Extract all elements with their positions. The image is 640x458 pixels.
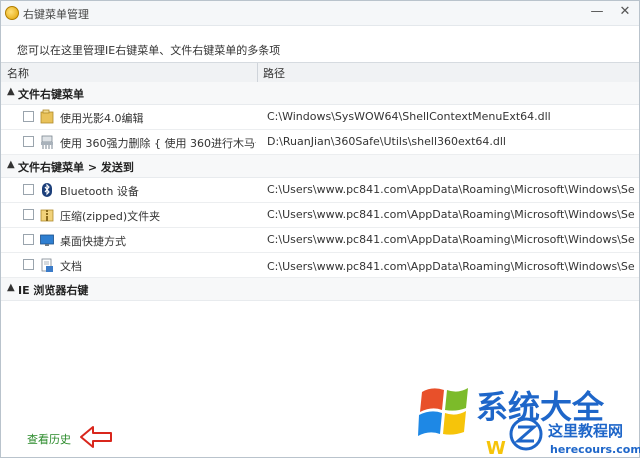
app-logo-icon [5, 6, 19, 20]
item-name: 桌面快捷方式 [60, 235, 126, 248]
list-item[interactable]: 压缩(zipped)文件夹 C:\Users\www.pc841.com\App… [1, 203, 639, 228]
item-checkbox[interactable] [23, 184, 34, 195]
watermark-letter: W [486, 438, 506, 458]
list-item[interactable]: Bluetooth 设备 C:\Users\www.pc841.com\AppD… [1, 178, 639, 203]
item-checkbox[interactable] [23, 259, 34, 270]
watermark-text-cn: 这里教程网 [548, 422, 623, 440]
group-ie-context-menu[interactable]: ▲ IE 浏览器右键 [1, 278, 639, 301]
close-button[interactable]: ✕ [613, 1, 637, 23]
item-path: C:\Users\www.pc841.com\AppData\Roaming\M… [267, 233, 635, 246]
shredder-icon [41, 135, 53, 149]
watermark-text-main: 系统大全 [476, 388, 605, 426]
list-item[interactable]: 文档 C:\Users\www.pc841.com\AppData\Roamin… [1, 253, 639, 278]
item-name: 压缩(zipped)文件夹 [60, 210, 161, 223]
item-checkbox[interactable] [23, 234, 34, 245]
left-arrow-icon [80, 426, 112, 448]
item-checkbox[interactable] [23, 136, 34, 147]
item-name: 文档 [60, 260, 82, 273]
document-icon [41, 258, 53, 272]
item-path: D:\RuanJian\360Safe\Utils\shell360ext64.… [267, 135, 506, 148]
group-label: IE 浏览器右键 [18, 284, 89, 297]
group-label: 文件右键菜单 > 发送到 [18, 161, 134, 174]
group-file-context-menu[interactable]: ▲ 文件右键菜单 [1, 82, 639, 105]
item-name: 使用光影4.0编辑 [60, 112, 144, 125]
list-item[interactable]: 桌面快捷方式 C:\Users\www.pc841.com\AppData\Ro… [1, 228, 639, 253]
view-history-link[interactable]: 查看历史 [27, 431, 71, 447]
table-header: 名称 路径 [1, 62, 639, 83]
item-checkbox[interactable] [23, 111, 34, 122]
item-path: C:\Users\www.pc841.com\AppData\Roaming\M… [267, 260, 635, 273]
item-name: 使用 360强力删除 { 使用 360进行木马云查杀 [60, 137, 256, 150]
column-separator[interactable] [257, 63, 258, 82]
item-path: C:\Windows\SysWOW64\ShellContextMenuExt6… [267, 110, 551, 123]
zip-folder-icon [40, 209, 54, 222]
list-item[interactable]: 使用光影4.0编辑 C:\Windows\SysWOW64\ShellConte… [1, 105, 639, 130]
windows-logo-icon [418, 388, 468, 436]
collapse-toggle-icon[interactable]: ▲ [7, 282, 15, 293]
column-header-path[interactable]: 路径 [263, 65, 285, 81]
desktop-icon [40, 234, 54, 246]
bluetooth-icon [42, 183, 52, 197]
collapse-toggle-icon[interactable]: ▲ [7, 86, 15, 97]
title-bar: 右键菜单管理 — ✕ [1, 1, 639, 26]
item-checkbox[interactable] [23, 209, 34, 220]
collapse-toggle-icon[interactable]: ▲ [7, 159, 15, 170]
item-name: Bluetooth 设备 [60, 185, 139, 198]
folder-icon [40, 109, 54, 124]
list-item[interactable]: 使用 360强力删除 { 使用 360进行木马云查杀 D:\RuanJian\3… [1, 130, 639, 155]
window-title: 右键菜单管理 [23, 8, 89, 21]
column-header-name[interactable]: 名称 [7, 65, 29, 81]
description-text: 您可以在这里管理IE右键菜单、文件右键菜单的多条项 [17, 44, 281, 57]
minimize-button[interactable]: — [585, 1, 609, 23]
watermark-text-url: herecours.com [550, 443, 640, 456]
item-path: C:\Users\www.pc841.com\AppData\Roaming\M… [267, 208, 635, 221]
group-label: 文件右键菜单 [18, 88, 84, 101]
site-watermark: 系统大全 W 这里教程网 herecours.com [418, 388, 640, 458]
item-path: C:\Users\www.pc841.com\AppData\Roaming\M… [267, 183, 635, 196]
group-send-to[interactable]: ▲ 文件右键菜单 > 发送到 [1, 155, 639, 178]
